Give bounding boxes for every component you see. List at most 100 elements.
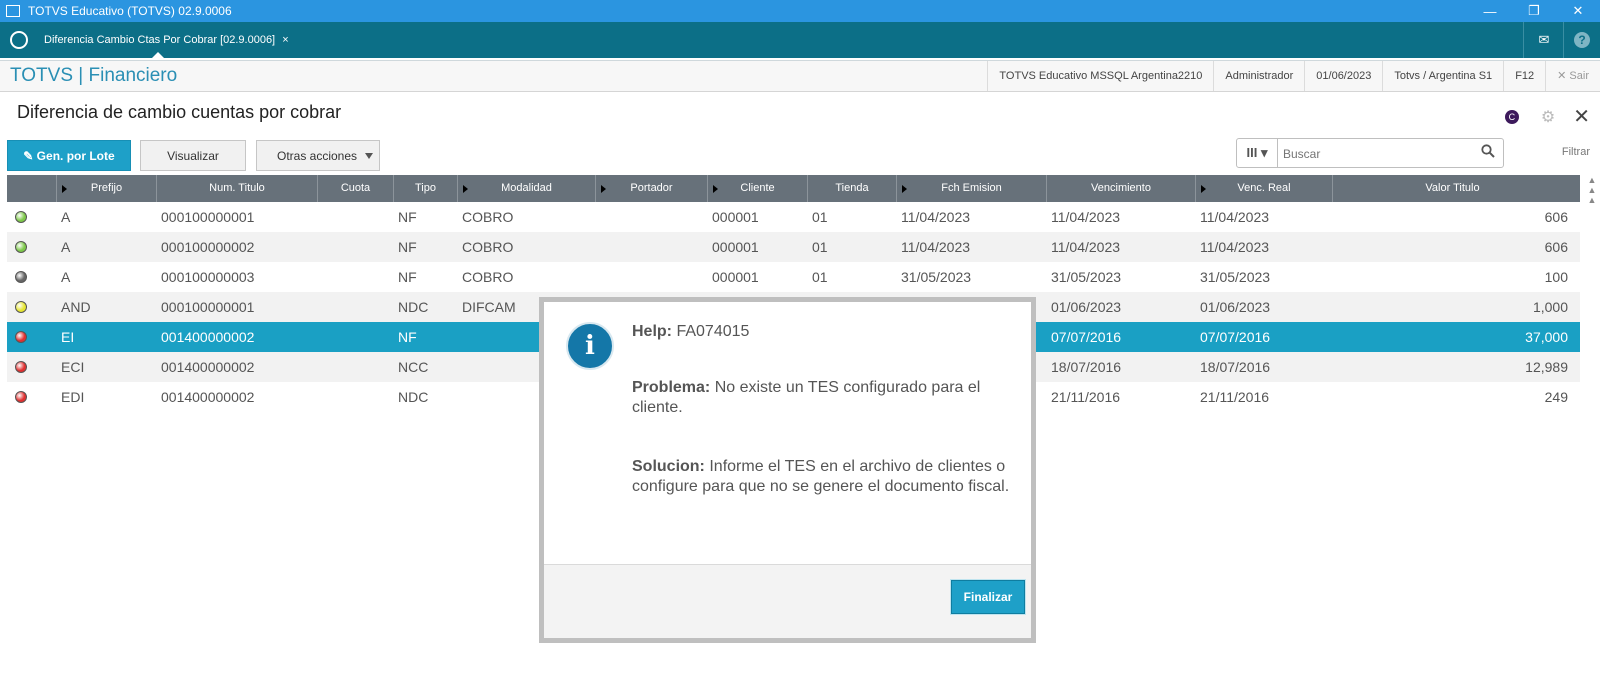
exit-button[interactable]: ✕ Sair <box>1545 61 1600 91</box>
col-fch-emision[interactable]: Fch Emision <box>897 175 1047 202</box>
status-dot-icon <box>15 301 27 313</box>
dialog-footer: Finalizar <box>544 564 1031 638</box>
status-dot <box>7 391 57 403</box>
scroll-top-icon[interactable]: ▲ <box>1584 175 1600 185</box>
date-info[interactable]: 01/06/2023 <box>1304 61 1382 91</box>
col-modalidad[interactable]: Modalidad <box>458 175 596 202</box>
col-cuota[interactable]: Cuota <box>318 175 394 202</box>
mail-button[interactable]: ✉ <box>1523 22 1564 58</box>
cell-valor-titulo: 606 <box>1544 239 1568 255</box>
cell-fch-emision: 11/04/2023 <box>901 209 971 225</box>
otras-acciones-label: Otras acciones <box>277 148 358 163</box>
table-row[interactable]: A 000100000002 NF COBRO 000001 01 11/04/2023 11… <box>7 232 1580 262</box>
help-button[interactable]: ? <box>1563 22 1600 58</box>
status-dot <box>7 271 57 283</box>
search-icon[interactable] <box>1481 144 1495 162</box>
cell-fch-emision: 11/04/2023 <box>901 239 971 255</box>
help-dialog: i Help: FA074015 Problema: No existe un … <box>539 297 1036 643</box>
info-icon: i <box>566 322 614 370</box>
cell-num-titulo: 000100000002 <box>161 239 255 255</box>
col-vencimiento[interactable]: Vencimiento <box>1047 175 1196 202</box>
cell-modalidad: COBRO <box>462 209 514 225</box>
problem-label: Problema: <box>632 379 711 396</box>
cell-venc-real: 11/04/2023 <box>1200 239 1270 255</box>
app-icon <box>6 5 20 17</box>
module-bar: TOTVS | Financiero TOTVS Educativo MSSQL… <box>0 60 1600 92</box>
cell-num-titulo: 000100000001 <box>161 209 255 225</box>
col-venc-real[interactable]: Venc. Real <box>1196 175 1333 202</box>
branch-info[interactable]: Totvs / Argentina S1 <box>1382 61 1503 91</box>
otras-acciones-dropdown[interactable]: Otras acciones <box>256 140 380 171</box>
col-num-titulo[interactable]: Num. Titulo <box>157 175 318 202</box>
close-window-button[interactable]: ✕ <box>1556 0 1600 22</box>
columns-selector-icon[interactable]: III ▾ <box>1237 139 1278 167</box>
grid-scrollbar[interactable]: ▲ ▲ ▲ <box>1584 175 1600 235</box>
shortcut-f12[interactable]: F12 <box>1503 61 1545 91</box>
cell-tienda: 01 <box>812 269 828 285</box>
tab-diferencia-cambio[interactable]: Diferencia Cambio Ctas Por Cobrar [02.9.… <box>36 22 297 58</box>
page-header-icons: C ⚙ ✕ <box>1504 104 1590 129</box>
col-status[interactable] <box>7 175 57 202</box>
col-tienda[interactable]: Tienda <box>808 175 897 202</box>
cell-vencimiento: 18/07/2016 <box>1051 359 1122 375</box>
col-tipo[interactable]: Tipo <box>394 175 458 202</box>
gen-por-lote-button[interactable]: ✎ Gen. por Lote <box>7 140 131 171</box>
active-tab-caret <box>152 52 164 58</box>
cell-valor-titulo: 37,000 <box>1525 329 1568 345</box>
status-dot-icon <box>15 331 27 343</box>
visualizar-button[interactable]: Visualizar <box>140 140 246 171</box>
window-controls: — ❐ ✕ <box>1468 0 1600 22</box>
cell-prefijo: A <box>61 239 71 255</box>
col-cliente[interactable]: Cliente <box>708 175 808 202</box>
cell-venc-real: 31/05/2023 <box>1200 269 1271 285</box>
chevron-down-icon <box>365 153 373 159</box>
table-row[interactable]: A 000100000003 NF COBRO 000001 01 31/05/2023 31… <box>7 262 1580 292</box>
user-info[interactable]: Administrador <box>1213 61 1304 91</box>
cell-tipo: NF <box>398 239 417 255</box>
cell-venc-real: 21/11/2016 <box>1200 389 1270 405</box>
environment-info[interactable]: TOTVS Educativo MSSQL Argentina2210 <box>987 61 1213 91</box>
page-title: Diferencia de cambio cuentas por cobrar <box>17 102 342 122</box>
solution-label: Solucion: <box>632 458 705 475</box>
solution-line: Solucion: Informe el TES en el archivo d… <box>632 457 1012 497</box>
restore-button[interactable]: ❐ <box>1512 0 1556 22</box>
cell-vencimiento: 11/04/2023 <box>1051 209 1121 225</box>
col-portador[interactable]: Portador <box>596 175 708 202</box>
cell-tipo: NF <box>398 209 417 225</box>
status-dot-icon <box>15 361 27 373</box>
cell-vencimiento: 11/04/2023 <box>1051 239 1121 255</box>
col-valor-titulo[interactable]: Valor Titulo <box>1333 175 1572 202</box>
status-dot-icon <box>15 271 27 283</box>
scroll-step-icon[interactable]: ▲ <box>1584 195 1600 205</box>
minimize-button[interactable]: — <box>1468 0 1512 22</box>
cell-fch-emision: 31/05/2023 <box>901 269 972 285</box>
status-dot <box>7 241 57 253</box>
cell-cliente: 000001 <box>712 209 759 225</box>
cell-num-titulo: 000100000003 <box>161 269 255 285</box>
cell-venc-real: 01/06/2023 <box>1200 299 1271 315</box>
cell-tienda: 01 <box>812 239 828 255</box>
status-dot <box>7 331 57 343</box>
help-code: FA074015 <box>676 323 750 340</box>
status-dot <box>7 301 57 313</box>
cell-modalidad: COBRO <box>462 269 514 285</box>
window-titlebar: TOTVS Educativo (TOTVS) 02.9.0006 — ❐ ✕ <box>0 0 1600 22</box>
tab-close-icon[interactable]: × <box>282 34 288 46</box>
col-prefijo[interactable]: Prefijo <box>57 175 157 202</box>
problem-line: Problema: No existe un TES configurado p… <box>632 378 1012 418</box>
close-page-icon[interactable]: ✕ <box>1573 104 1590 129</box>
config-badge-icon[interactable]: C <box>1504 109 1519 124</box>
gear-icon[interactable]: ⚙ <box>1541 107 1555 127</box>
cell-tipo: NDC <box>398 299 429 315</box>
finalizar-button[interactable]: Finalizar <box>951 580 1025 614</box>
totvs-logo-icon[interactable] <box>10 31 28 49</box>
table-row[interactable]: A 000100000001 NF COBRO 000001 01 11/04/2023 11… <box>7 202 1580 232</box>
cell-prefijo: AND <box>61 299 91 315</box>
filtrar-link[interactable]: Filtrar <box>1562 146 1590 158</box>
search-input[interactable] <box>1281 143 1475 165</box>
scroll-up-icon[interactable]: ▲ <box>1584 185 1600 195</box>
status-dot-icon <box>15 391 27 403</box>
cell-prefijo: A <box>61 269 71 285</box>
module-brand: TOTVS | Financiero <box>10 65 178 86</box>
cell-num-titulo: 001400000002 <box>161 389 255 405</box>
